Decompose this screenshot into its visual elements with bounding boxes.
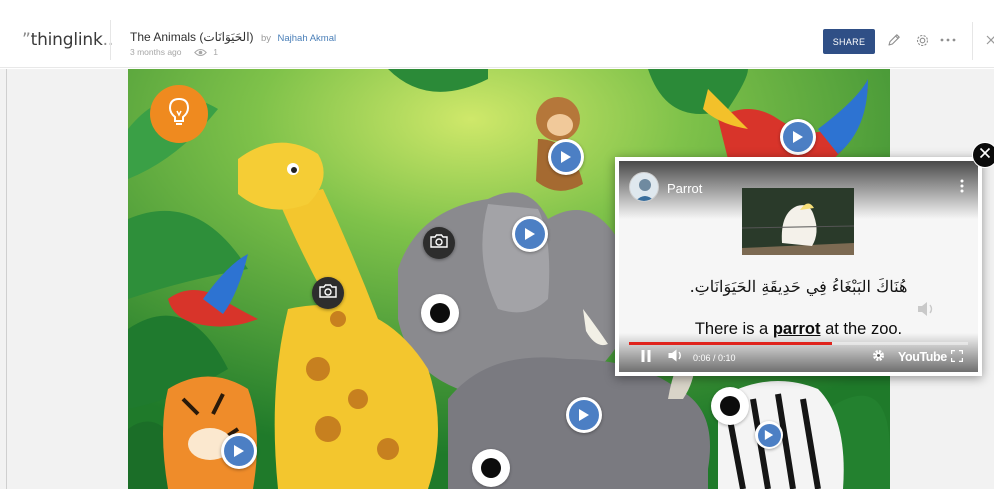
text-hotspot-rhino[interactable] [472,449,510,487]
video-hotspot-tiger[interactable] [221,433,257,469]
dot-icon [481,458,501,478]
play-icon [515,219,545,249]
header-divider-right [972,22,973,60]
dot-icon [430,303,450,323]
by-label: by [261,33,272,44]
giraffe-spot [348,389,368,409]
parrot-thumbnail [742,188,854,255]
image-hotspot-giraffe[interactable] [312,277,344,309]
close-icon[interactable] [982,31,994,49]
gear-icon [872,349,885,367]
fullscreen-icon [950,349,964,367]
arabic-caption: هُنَاكَ البَبْغَاءُ فِي حَدِيقَةِ الحَيَ… [689,277,908,296]
giraffe-spot [315,416,341,442]
video-hotspot-rhino[interactable] [566,397,602,433]
camera-icon [430,233,448,253]
video-title[interactable]: Parrot [667,181,702,196]
video-hotspot-elephant[interactable] [512,216,548,252]
play-icon [757,423,781,447]
pencil-icon[interactable] [885,31,903,49]
giraffe-spot [377,438,399,460]
top-bar: ”thinglink.. The Animals (الحَيَوَانَات)… [0,0,994,68]
video-more-icon[interactable] [960,179,964,198]
stage-left-border [6,69,7,489]
monkey-face [547,114,573,136]
logo-text: thinglink [30,30,103,50]
camera-icon [319,283,337,303]
video-popup: Parrot هُنَاكَ البَبْغَاءُ فِي حَدِيقَةِ… [615,157,982,376]
thinglink-viewer: ”thinglink.. The Animals (الحَيَوَانَات)… [0,0,994,489]
play-icon [224,436,254,466]
play-icon [569,400,599,430]
eye-icon [194,48,207,59]
youtube-player[interactable]: Parrot هُنَاكَ البَبْغَاءُ فِي حَدِيقَةِ… [619,161,978,372]
progress-fill [629,342,833,345]
share-button[interactable]: SHARE [823,29,875,54]
video-time: 0:06 / 0:10 [693,353,736,363]
view-count: 1 [213,47,218,57]
image-hotspot-elephant[interactable] [423,227,455,259]
dot-icon [720,396,740,416]
posted-time: 3 months ago [130,47,182,57]
giraffe-head [238,142,324,210]
youtube-logo[interactable]: YouTube [898,350,947,364]
video-hotspot-zebra[interactable] [755,421,783,449]
volume-icon [668,349,684,367]
thinglink-logo[interactable]: ”thinglink.. [22,30,113,50]
text-hotspot-elephant[interactable] [421,294,459,332]
fullscreen-button[interactable] [950,349,964,367]
post-meta: 3 months ago 1 [130,47,218,59]
giraffe-spot [330,311,346,327]
volume-hint-icon [917,301,935,322]
settings-icon[interactable] [913,31,931,49]
giraffe-spot [306,357,330,381]
more-icon[interactable] [939,31,957,49]
page-title: The Animals (الحَيَوَانَات) [130,30,254,44]
video-hotspot-parrot[interactable] [780,119,816,155]
giraffe-pupil [291,167,297,173]
header-divider [110,20,111,60]
logo-dots: .. [102,30,114,50]
channel-avatar[interactable] [629,172,659,202]
close-icon [979,146,991,164]
pause-icon [641,349,651,367]
text-hotspot-zebra[interactable] [711,387,749,425]
play-icon [551,142,581,172]
author-link[interactable]: Najhah Akmal [278,33,337,44]
title-block: The Animals (الحَيَوَانَات) by Najhah Ak… [130,28,336,46]
close-popup-button[interactable] [972,142,994,168]
progress-bar[interactable] [629,342,968,345]
lightbulb-icon [167,97,191,132]
video-hotspot-monkey[interactable] [548,139,584,175]
pause-button[interactable] [641,350,651,366]
video-settings-button[interactable] [872,350,885,366]
volume-button[interactable] [668,349,684,367]
play-icon [783,122,813,152]
logo-quote-mark: ” [22,30,31,50]
lightbulb-hotspot[interactable] [150,85,208,143]
